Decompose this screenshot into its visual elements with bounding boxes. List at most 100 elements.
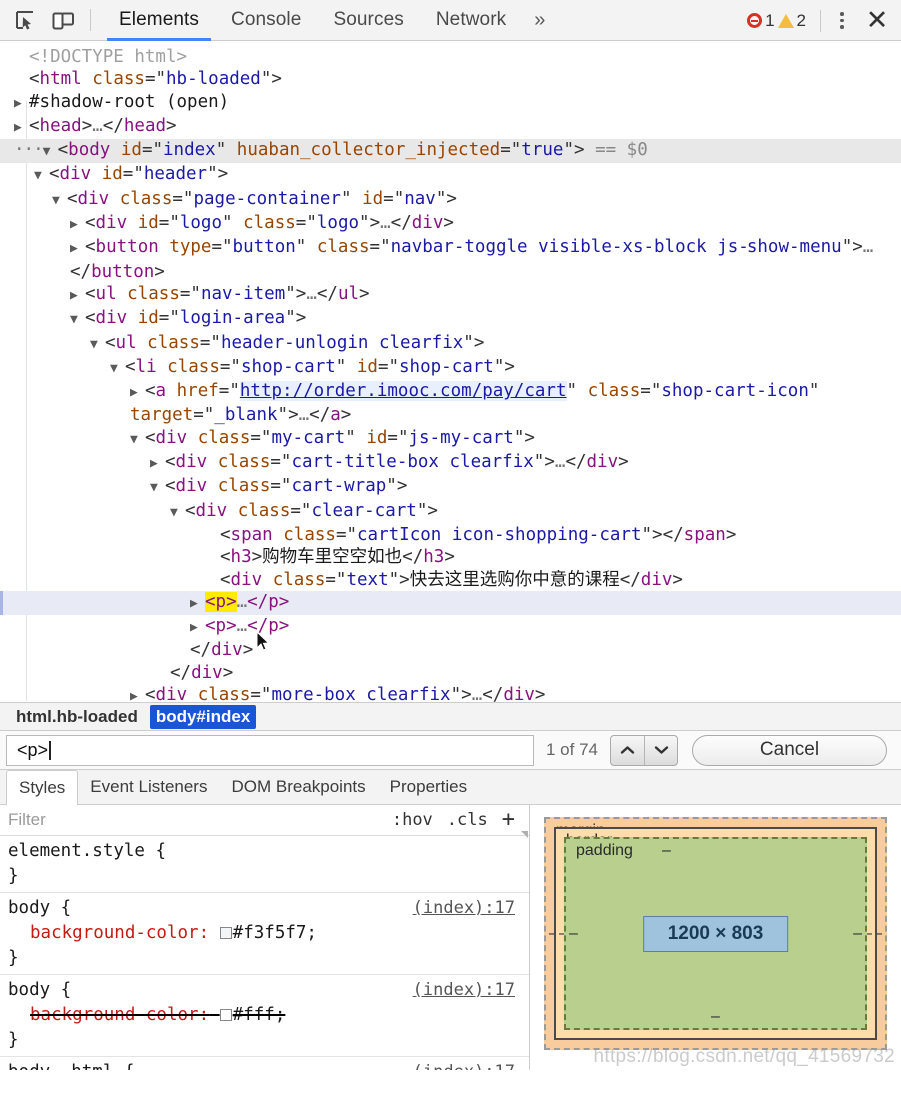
cart-link-href[interactable]: http://order.imooc.com/pay/cart	[239, 381, 567, 402]
style-rule-close-brace: }	[8, 866, 19, 886]
breadcrumb-item-html-label: html.hb-loaded	[16, 706, 138, 726]
dom-node-navbar-toggle[interactable]: <button type="button" class="navbar-togg…	[0, 236, 901, 283]
style-declaration-value[interactable]: #fff;	[233, 1005, 286, 1025]
dom-node-more-box[interactable]: <div class="more-box clearfix">…</div>	[0, 684, 901, 702]
box-model-padding-right[interactable]: –	[853, 925, 862, 943]
kebab-menu-icon[interactable]	[827, 5, 857, 37]
error-icon	[747, 13, 763, 28]
style-rule-body-2[interactable]: body {(index):17 background-color: #fff;}	[0, 975, 529, 1057]
style-rule-element-style[interactable]: element.style {}	[0, 836, 529, 893]
box-model-pane: margin – – – – border – – – – padding – …	[530, 805, 901, 1070]
dom-node-clear-cart[interactable]: <div class="clear-cart">	[0, 500, 901, 524]
dom-node-head[interactable]: <head>…</head>	[0, 115, 901, 139]
chevron-down-icon[interactable]	[644, 735, 677, 765]
more-tabs-icon[interactable]: »	[522, 0, 557, 41]
dom-node-cart-icon-span[interactable]: <span class="cartIcon icon-shopping-cart…	[0, 524, 901, 546]
style-rule-selector: body {	[8, 898, 72, 918]
dom-node-html[interactable]: <html class="hb-loaded">	[0, 68, 901, 90]
styles-filter-row: Filter :hov .cls +	[0, 805, 529, 836]
dom-node-page-container[interactable]: <div class="page-container" id="nav">	[0, 188, 901, 212]
error-count: 1	[765, 10, 775, 30]
styles-filter-tools: :hov .cls +	[392, 809, 521, 831]
styles-filter-input[interactable]: Filter	[8, 810, 392, 830]
cancel-button[interactable]: Cancel	[692, 734, 887, 766]
box-model-padding-label: padding	[576, 842, 633, 859]
breadcrumb-item-html[interactable]: html.hb-loaded	[10, 705, 144, 729]
warning-badge[interactable]: 2	[777, 11, 806, 31]
tab-dom-breakpoints[interactable]: DOM Breakpoints	[219, 770, 377, 804]
styles-pane: Filter :hov .cls + element.style {} body…	[0, 805, 530, 1070]
tab-sources[interactable]: Sources	[317, 0, 419, 41]
style-rule-selector: body, html {	[8, 1062, 134, 1070]
cancel-button-label: Cancel	[759, 739, 820, 760]
box-model-margin[interactable]: margin – – – – border – – – – padding – …	[544, 817, 887, 1050]
error-badge[interactable]: 1	[747, 10, 775, 31]
tab-network[interactable]: Network	[420, 0, 522, 41]
color-swatch[interactable]	[219, 927, 232, 939]
tab-sources-label: Sources	[333, 9, 404, 30]
style-rule-origin[interactable]: (index):17	[413, 896, 515, 921]
breadcrumb-item-body[interactable]: body#index	[149, 704, 257, 729]
tab-elements[interactable]: Elements	[103, 0, 215, 41]
style-rule-body-html[interactable]: body, html { (index):17	[0, 1057, 529, 1070]
style-rule-body-1[interactable]: body { (index):17 background-color: #f3f5f…	[0, 893, 529, 975]
tab-event-listeners[interactable]: Event Listeners	[78, 770, 219, 804]
dom-node-close-div-1[interactable]: </div>	[0, 639, 901, 661]
dom-tree[interactable]: <!DOCTYPE html> <html class="hb-loaded">…	[0, 41, 901, 702]
dom-node-cart-h3[interactable]: <h3>购物车里空空如也</h3>	[0, 546, 901, 568]
dom-node-cart-title-box[interactable]: <div class="cart-title-box clearfix">…</…	[0, 451, 901, 475]
dom-node-cart-wrap[interactable]: <div class="cart-wrap">	[0, 475, 901, 499]
cls-toggle-button[interactable]: .cls	[447, 810, 488, 830]
device-toolbar-icon[interactable]	[44, 4, 82, 36]
tab-console[interactable]: Console	[215, 0, 317, 41]
style-declaration-property[interactable]: background-color:	[30, 923, 209, 943]
inspect-element-icon[interactable]	[6, 4, 44, 36]
style-rule-origin[interactable]: (index):17	[413, 978, 515, 1003]
issue-badges[interactable]: 1 2	[747, 11, 814, 31]
dom-node-logo[interactable]: <div id="logo" class="logo">…</div>	[0, 212, 901, 236]
search-match-count: 1 of 74	[546, 740, 598, 759]
dom-node-shadow-root[interactable]: #shadow-root (open)	[0, 91, 901, 115]
dom-node-p-second[interactable]: <p>…</p>	[0, 615, 901, 639]
box-model-border[interactable]: border – – – – padding – – – – 1200 × 80…	[554, 827, 877, 1040]
dom-node-close-div-2[interactable]: </div>	[0, 662, 901, 684]
hov-toggle-button[interactable]: :hov	[392, 810, 433, 830]
box-model-padding-bottom[interactable]: –	[711, 1008, 720, 1026]
chevron-up-icon[interactable]	[611, 736, 644, 765]
breadcrumb: html.hb-loaded body#index	[0, 702, 901, 731]
dom-node-nav-item-ul[interactable]: <ul class="nav-item">…</ul>	[0, 283, 901, 307]
close-icon[interactable]: ✕	[857, 5, 897, 37]
style-declaration-value[interactable]: #f3f5f7;	[233, 923, 317, 943]
dom-node-my-cart[interactable]: <div class="my-cart" id="js-my-cart">	[0, 427, 901, 451]
dom-node-login-area[interactable]: <div id="login-area">	[0, 307, 901, 331]
breadcrumb-item-body-label: body#index	[155, 706, 251, 726]
overridden-declaration[interactable]: background-color: #fff;	[8, 1005, 285, 1025]
search-nav-buttons	[610, 734, 678, 766]
dom-node-cart-link[interactable]: <a href="http://order.imooc.com/pay/cart…	[0, 380, 901, 427]
box-model-padding-left[interactable]: –	[569, 925, 578, 943]
tab-properties[interactable]: Properties	[378, 770, 479, 804]
new-style-rule-button[interactable]: +	[502, 809, 515, 831]
search-input-value: <p>	[17, 739, 49, 760]
dom-search-bar: <p> 1 of 74 Cancel	[0, 731, 901, 770]
styles-and-boxmodel: Filter :hov .cls + element.style {} body…	[0, 805, 901, 1070]
box-model-padding-top[interactable]: –	[662, 842, 671, 860]
search-input[interactable]: <p>	[6, 734, 534, 766]
dom-node-shop-cart-li[interactable]: <li class="shop-cart" id="shop-cart">	[0, 356, 901, 380]
tab-styles-label: Styles	[19, 778, 66, 797]
box-model-padding[interactable]: padding – – – – 1200 × 803	[564, 837, 867, 1030]
box-model-content-size[interactable]: 1200 × 803	[642, 915, 789, 952]
style-rule-origin[interactable]: (index):17	[413, 1060, 515, 1070]
tab-styles[interactable]: Styles	[6, 770, 79, 805]
dom-node-p-first[interactable]: <p>…</p>	[0, 590, 901, 616]
dom-node-header-div[interactable]: <div id="header">	[0, 163, 901, 187]
sidebar-pane-tabs: Styles Event Listeners DOM Breakpoints P…	[0, 770, 901, 805]
dom-node-cart-text-div[interactable]: <div class="text">快去这里选购你中意的课程</div>	[0, 569, 901, 591]
tab-network-label: Network	[435, 9, 507, 30]
dom-node-body[interactable]: ···<body id="index" huaban_collector_inj…	[0, 139, 901, 164]
dom-node-doctype[interactable]: <!DOCTYPE html>	[0, 46, 901, 68]
search-match-highlight: <p>	[205, 591, 237, 612]
dom-node-header-unlogin[interactable]: <ul class="header-unlogin clearfix">	[0, 332, 901, 356]
color-swatch[interactable]	[219, 1009, 232, 1021]
style-declaration-property[interactable]: background-color:	[30, 1005, 209, 1025]
